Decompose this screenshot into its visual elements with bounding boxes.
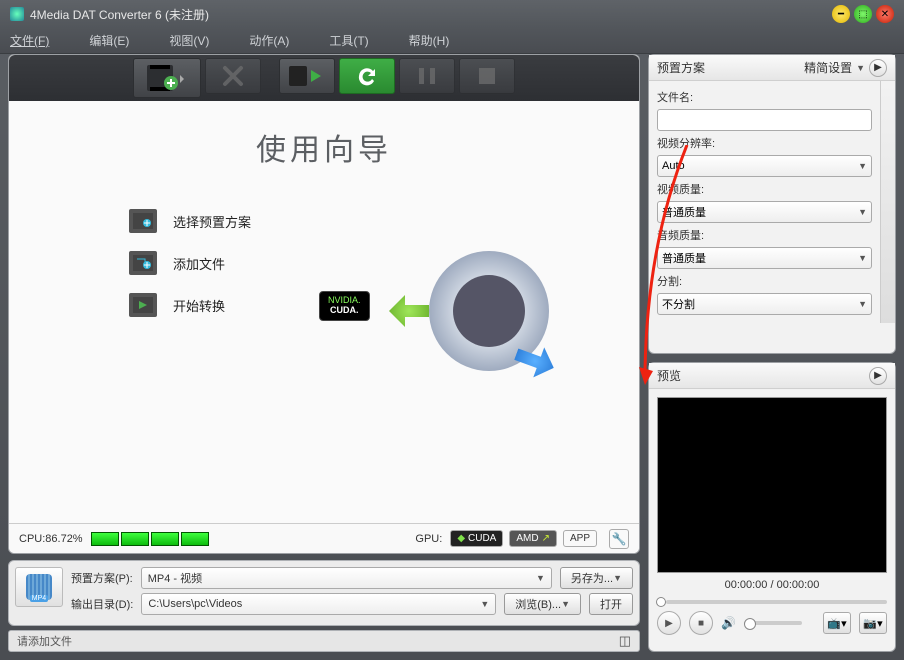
menu-edit[interactable]: 编辑(E) bbox=[89, 32, 129, 49]
preview-time: 00:00:00 / 00:00:00 bbox=[657, 579, 887, 591]
wizard-step-label: 选择预置方案 bbox=[173, 212, 251, 231]
preview-panel-title: 预览 bbox=[657, 367, 681, 384]
cuda-badge: NVIDIA. CUDA. bbox=[319, 291, 370, 321]
profile-select[interactable]: MP4 - 视频▼ bbox=[141, 567, 552, 589]
chevron-down-icon: ▼ bbox=[856, 63, 865, 73]
log-icon[interactable]: ◫ bbox=[619, 633, 631, 649]
wizard-step-label: 添加文件 bbox=[173, 254, 225, 273]
app-logo bbox=[389, 251, 549, 391]
menu-view[interactable]: 视图(V) bbox=[169, 32, 209, 49]
window-title: 4Media DAT Converter 6 (未注册) bbox=[30, 6, 209, 23]
menu-file[interactable]: 文件(F) bbox=[10, 32, 49, 49]
expand-preview-button[interactable]: ▶ bbox=[869, 367, 887, 385]
app-icon bbox=[10, 7, 24, 21]
resolution-label: 视频分辨率: bbox=[657, 135, 891, 151]
refresh-button[interactable] bbox=[339, 58, 395, 94]
convert-button[interactable] bbox=[279, 58, 335, 94]
convert-icon bbox=[129, 293, 157, 317]
preview-screen bbox=[657, 397, 887, 573]
close-button[interactable]: ✕ bbox=[876, 5, 894, 23]
status-message: 请添加文件 bbox=[17, 633, 72, 649]
filename-label: 文件名: bbox=[657, 89, 891, 105]
vquality-select[interactable]: 普通质量▼ bbox=[657, 201, 872, 223]
filename-input[interactable] bbox=[657, 109, 872, 131]
browse-button[interactable]: 浏览(B)...▼ bbox=[504, 593, 581, 615]
vquality-label: 视频质量: bbox=[657, 181, 891, 197]
minimize-button[interactable]: ━ bbox=[832, 5, 850, 23]
stop-button[interactable] bbox=[459, 58, 515, 94]
aquality-select[interactable]: 普通质量▼ bbox=[657, 247, 872, 269]
gpu-app-badge[interactable]: APP bbox=[563, 530, 597, 547]
settings-mode-label[interactable]: 精简设置 bbox=[804, 59, 852, 76]
profile-panel-title: 预置方案 bbox=[657, 59, 705, 76]
resolution-select[interactable]: Auto▼ bbox=[657, 155, 872, 177]
dest-label: 输出目录(D): bbox=[71, 596, 133, 612]
maximize-button[interactable]: ⬚ bbox=[854, 5, 872, 23]
delete-button[interactable] bbox=[205, 58, 261, 94]
volume-slider[interactable] bbox=[744, 621, 802, 625]
pause-button[interactable] bbox=[399, 58, 455, 94]
profile-icon bbox=[129, 209, 157, 233]
settings-gear[interactable]: 🔧 bbox=[609, 529, 629, 549]
gpu-cuda-badge[interactable]: ◆CUDA bbox=[450, 530, 503, 547]
add-file-button[interactable] bbox=[133, 58, 201, 98]
stop-preview-button[interactable]: ■ bbox=[689, 611, 713, 635]
add-file-icon bbox=[129, 251, 157, 275]
gpu-amd-badge[interactable]: AMD↗ bbox=[509, 530, 557, 547]
dest-select[interactable]: C:\Users\pc\Videos▼ bbox=[141, 593, 496, 615]
profile-label: 预置方案(P): bbox=[71, 570, 133, 586]
open-button[interactable]: 打开 bbox=[589, 593, 633, 615]
play-button[interactable]: ▶ bbox=[657, 611, 681, 635]
split-select[interactable]: 不分割▼ bbox=[657, 293, 872, 315]
menu-help[interactable]: 帮助(H) bbox=[409, 32, 450, 49]
snapshot-to-button[interactable]: 📺▾ bbox=[823, 612, 851, 634]
menu-tool[interactable]: 工具(T) bbox=[329, 32, 368, 49]
aquality-label: 音频质量: bbox=[657, 227, 891, 243]
cpu-indicator bbox=[91, 532, 209, 546]
save-as-button[interactable]: 另存为...▼ bbox=[560, 567, 633, 589]
snapshot-button[interactable]: 📷▾ bbox=[859, 612, 887, 634]
cpu-label: CPU:86.72% bbox=[19, 533, 83, 545]
wizard-step-profile[interactable]: 选择预置方案 bbox=[9, 209, 639, 233]
volume-icon[interactable]: 🔊 bbox=[721, 616, 736, 630]
wizard-title: 使用向导 bbox=[9, 125, 639, 169]
split-label: 分割: bbox=[657, 273, 891, 289]
menu-action[interactable]: 动作(A) bbox=[249, 32, 289, 49]
gpu-label: GPU: bbox=[415, 533, 442, 545]
expand-profile-button[interactable]: ▶ bbox=[869, 59, 887, 77]
wizard-step-label: 开始转换 bbox=[173, 296, 225, 315]
seek-slider[interactable] bbox=[657, 597, 887, 607]
profile-thumbnail[interactable] bbox=[15, 567, 63, 607]
